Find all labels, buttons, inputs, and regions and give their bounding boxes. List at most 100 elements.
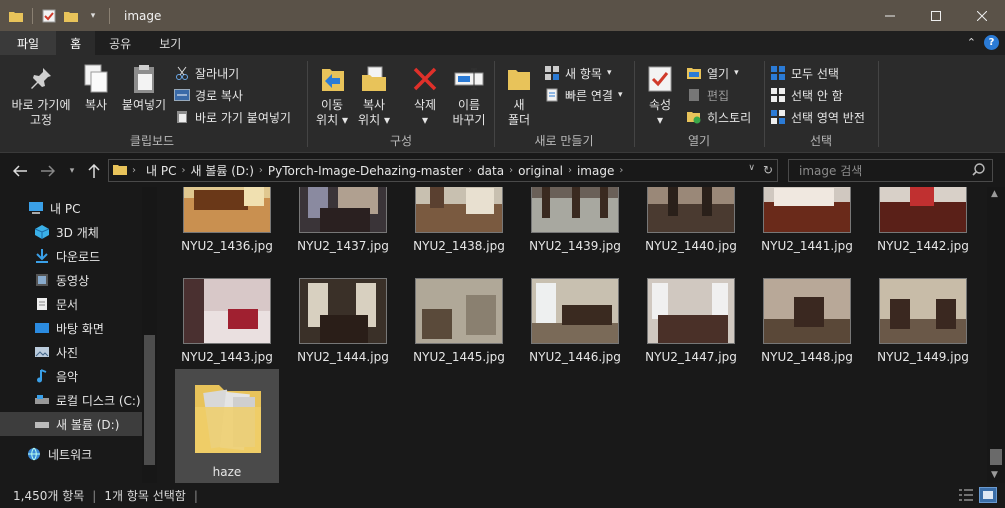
nav-item-documents[interactable]: 문서	[0, 292, 142, 316]
tab-view[interactable]: 보기	[145, 31, 195, 55]
nav-item-my-pc[interactable]: 내 PC	[0, 196, 142, 220]
list-item[interactable]: NYU2_1446.jpg	[523, 278, 627, 386]
copy-button[interactable]: 복사	[76, 59, 116, 113]
chevron-down-icon: ▾	[734, 68, 739, 78]
recent-locations-button[interactable]: ▾	[62, 161, 82, 181]
chevron-down-icon: ▾	[656, 113, 664, 127]
breadcrumb-my-pc[interactable]: 내 PC	[146, 162, 176, 179]
paste-button[interactable]: 붙여넣기	[118, 59, 170, 113]
paste-shortcut-button[interactable]: 바로 가기 붙여넣기	[174, 107, 291, 127]
file-name: NYU2_1449.jpg	[877, 350, 969, 364]
scroll-up-icon[interactable]: ▲	[991, 189, 998, 199]
edit-button[interactable]: 편집	[686, 85, 729, 105]
open-label: 열기	[707, 66, 730, 81]
invert-selection-icon	[770, 109, 786, 125]
list-item[interactable]: NYU2_1448.jpg	[755, 278, 859, 386]
maximize-button[interactable]	[913, 0, 959, 31]
nav-label: 문서	[56, 297, 79, 312]
folder-icon	[193, 377, 263, 458]
list-item[interactable]: NYU2_1440.jpg	[639, 187, 743, 275]
breadcrumb-data[interactable]: data	[477, 164, 504, 178]
new-folder-button[interactable]: 새 폴더	[500, 59, 538, 128]
scroll-down-icon[interactable]: ▼	[991, 470, 998, 480]
close-button[interactable]	[959, 0, 1005, 31]
list-item[interactable]: NYU2_1444.jpg	[291, 278, 395, 386]
select-none-button[interactable]: 선택 안 함	[770, 85, 843, 105]
tab-share[interactable]: 공유	[95, 31, 145, 55]
content-scrollbar[interactable]: ▲ ▼	[987, 187, 1005, 483]
collapse-ribbon-icon[interactable]: ⌃	[967, 36, 976, 49]
list-item[interactable]: NYU2_1442.jpg	[871, 187, 975, 275]
open-button[interactable]: 열기 ▾	[686, 63, 739, 83]
customize-dropdown-icon[interactable]: ▾	[85, 8, 101, 24]
details-view-icon[interactable]	[957, 487, 975, 503]
rename-button[interactable]: 이름 바꾸기	[446, 59, 492, 128]
thumbnail-image	[763, 278, 851, 344]
large-icons-view-icon[interactable]	[979, 487, 997, 503]
content-scrollbar-thumb[interactable]	[990, 449, 1002, 465]
breadcrumb-image[interactable]: image	[577, 164, 614, 178]
help-icon[interactable]: ?	[984, 35, 999, 50]
copy-path-button[interactable]: 경로 복사	[174, 85, 243, 105]
address-dropdown-icon[interactable]: ∨	[748, 163, 755, 177]
tab-file[interactable]: 파일	[0, 31, 57, 55]
address-bar[interactable]: › 내 PC › 새 볼륨 (D:) › PyTorch-Image-Dehaz…	[108, 159, 778, 182]
edit-icon	[686, 87, 702, 103]
forward-button[interactable]	[38, 161, 58, 181]
new-item-button[interactable]: 새 항목 ▾	[544, 63, 611, 83]
copy-to-button[interactable]: 복사 위치 ▾	[354, 59, 394, 128]
nav-item-network[interactable]: 네트워크	[0, 442, 142, 466]
new-group-label: 새로 만들기	[534, 134, 594, 148]
invert-selection-button[interactable]: 선택 영역 반전	[770, 107, 865, 127]
edit-label: 편집	[707, 88, 730, 103]
file-name: NYU2_1446.jpg	[529, 350, 621, 364]
drive-icon	[34, 392, 50, 408]
list-item[interactable]: NYU2_1447.jpg	[639, 278, 743, 386]
nav-scrollbar[interactable]	[142, 187, 157, 483]
breadcrumb-original[interactable]: original	[518, 164, 563, 178]
delete-button[interactable]: 삭제 ▾	[402, 59, 448, 128]
thumbnail-image	[415, 187, 503, 233]
thumbnail-image	[531, 187, 619, 233]
new-folder-icon[interactable]	[63, 8, 79, 24]
list-item[interactable]: NYU2_1449.jpg	[871, 278, 975, 386]
video-icon	[34, 272, 50, 288]
chevron-right-icon: ›	[619, 165, 624, 176]
nav-item-local-disk-c[interactable]: 로컬 디스크 (C:)	[0, 388, 142, 412]
list-item[interactable]: NYU2_1445.jpg	[407, 278, 511, 386]
search-input[interactable]: image 검색	[788, 159, 993, 182]
nav-item-desktop[interactable]: 바탕 화면	[0, 316, 142, 340]
properties-button[interactable]: 속성 ▾	[642, 59, 678, 128]
drive-icon	[34, 416, 50, 432]
list-item[interactable]: NYU2_1437.jpg	[291, 187, 395, 275]
list-item[interactable]: NYU2_1439.jpg	[523, 187, 627, 275]
nav-item-videos[interactable]: 동영상	[0, 268, 142, 292]
up-button[interactable]	[84, 161, 104, 181]
properties-icon[interactable]	[41, 8, 57, 24]
list-item[interactable]: NYU2_1438.jpg	[407, 187, 511, 275]
refresh-icon[interactable]: ↻	[763, 163, 773, 177]
nav-item-3d-objects[interactable]: 3D 개체	[0, 220, 142, 244]
breadcrumb-drive-d[interactable]: 새 볼륨 (D:)	[190, 162, 253, 179]
nav-item-downloads[interactable]: 다운로드	[0, 244, 142, 268]
list-item[interactable]: NYU2_1441.jpg	[755, 187, 859, 275]
easy-access-button[interactable]: 빠른 연결 ▾	[544, 85, 623, 105]
list-item[interactable]: NYU2_1436.jpg	[175, 187, 279, 275]
history-button[interactable]: 히스토리	[686, 107, 751, 127]
pin-to-quick-access-button[interactable]: 바로 가기에 고정	[6, 59, 76, 128]
minimize-button[interactable]	[867, 0, 913, 31]
folder-item-haze[interactable]: haze	[175, 369, 279, 483]
file-name: NYU2_1436.jpg	[181, 239, 273, 253]
folder-icon[interactable]	[8, 8, 24, 24]
select-all-button[interactable]: 모두 선택	[770, 63, 839, 83]
nav-item-music[interactable]: 음악	[0, 364, 142, 388]
separator	[109, 7, 110, 24]
move-to-button[interactable]: 이동 위치 ▾	[312, 59, 352, 128]
nav-scrollbar-thumb[interactable]	[144, 335, 155, 465]
back-button[interactable]	[10, 161, 30, 181]
tab-home[interactable]: 홈	[56, 31, 96, 55]
nav-item-volume-d[interactable]: 새 볼륨 (D:)	[0, 412, 142, 436]
nav-item-pictures[interactable]: 사진	[0, 340, 142, 364]
cut-button[interactable]: 잘라내기	[174, 63, 239, 83]
breadcrumb-project[interactable]: PyTorch-Image-Dehazing-master	[268, 164, 463, 178]
